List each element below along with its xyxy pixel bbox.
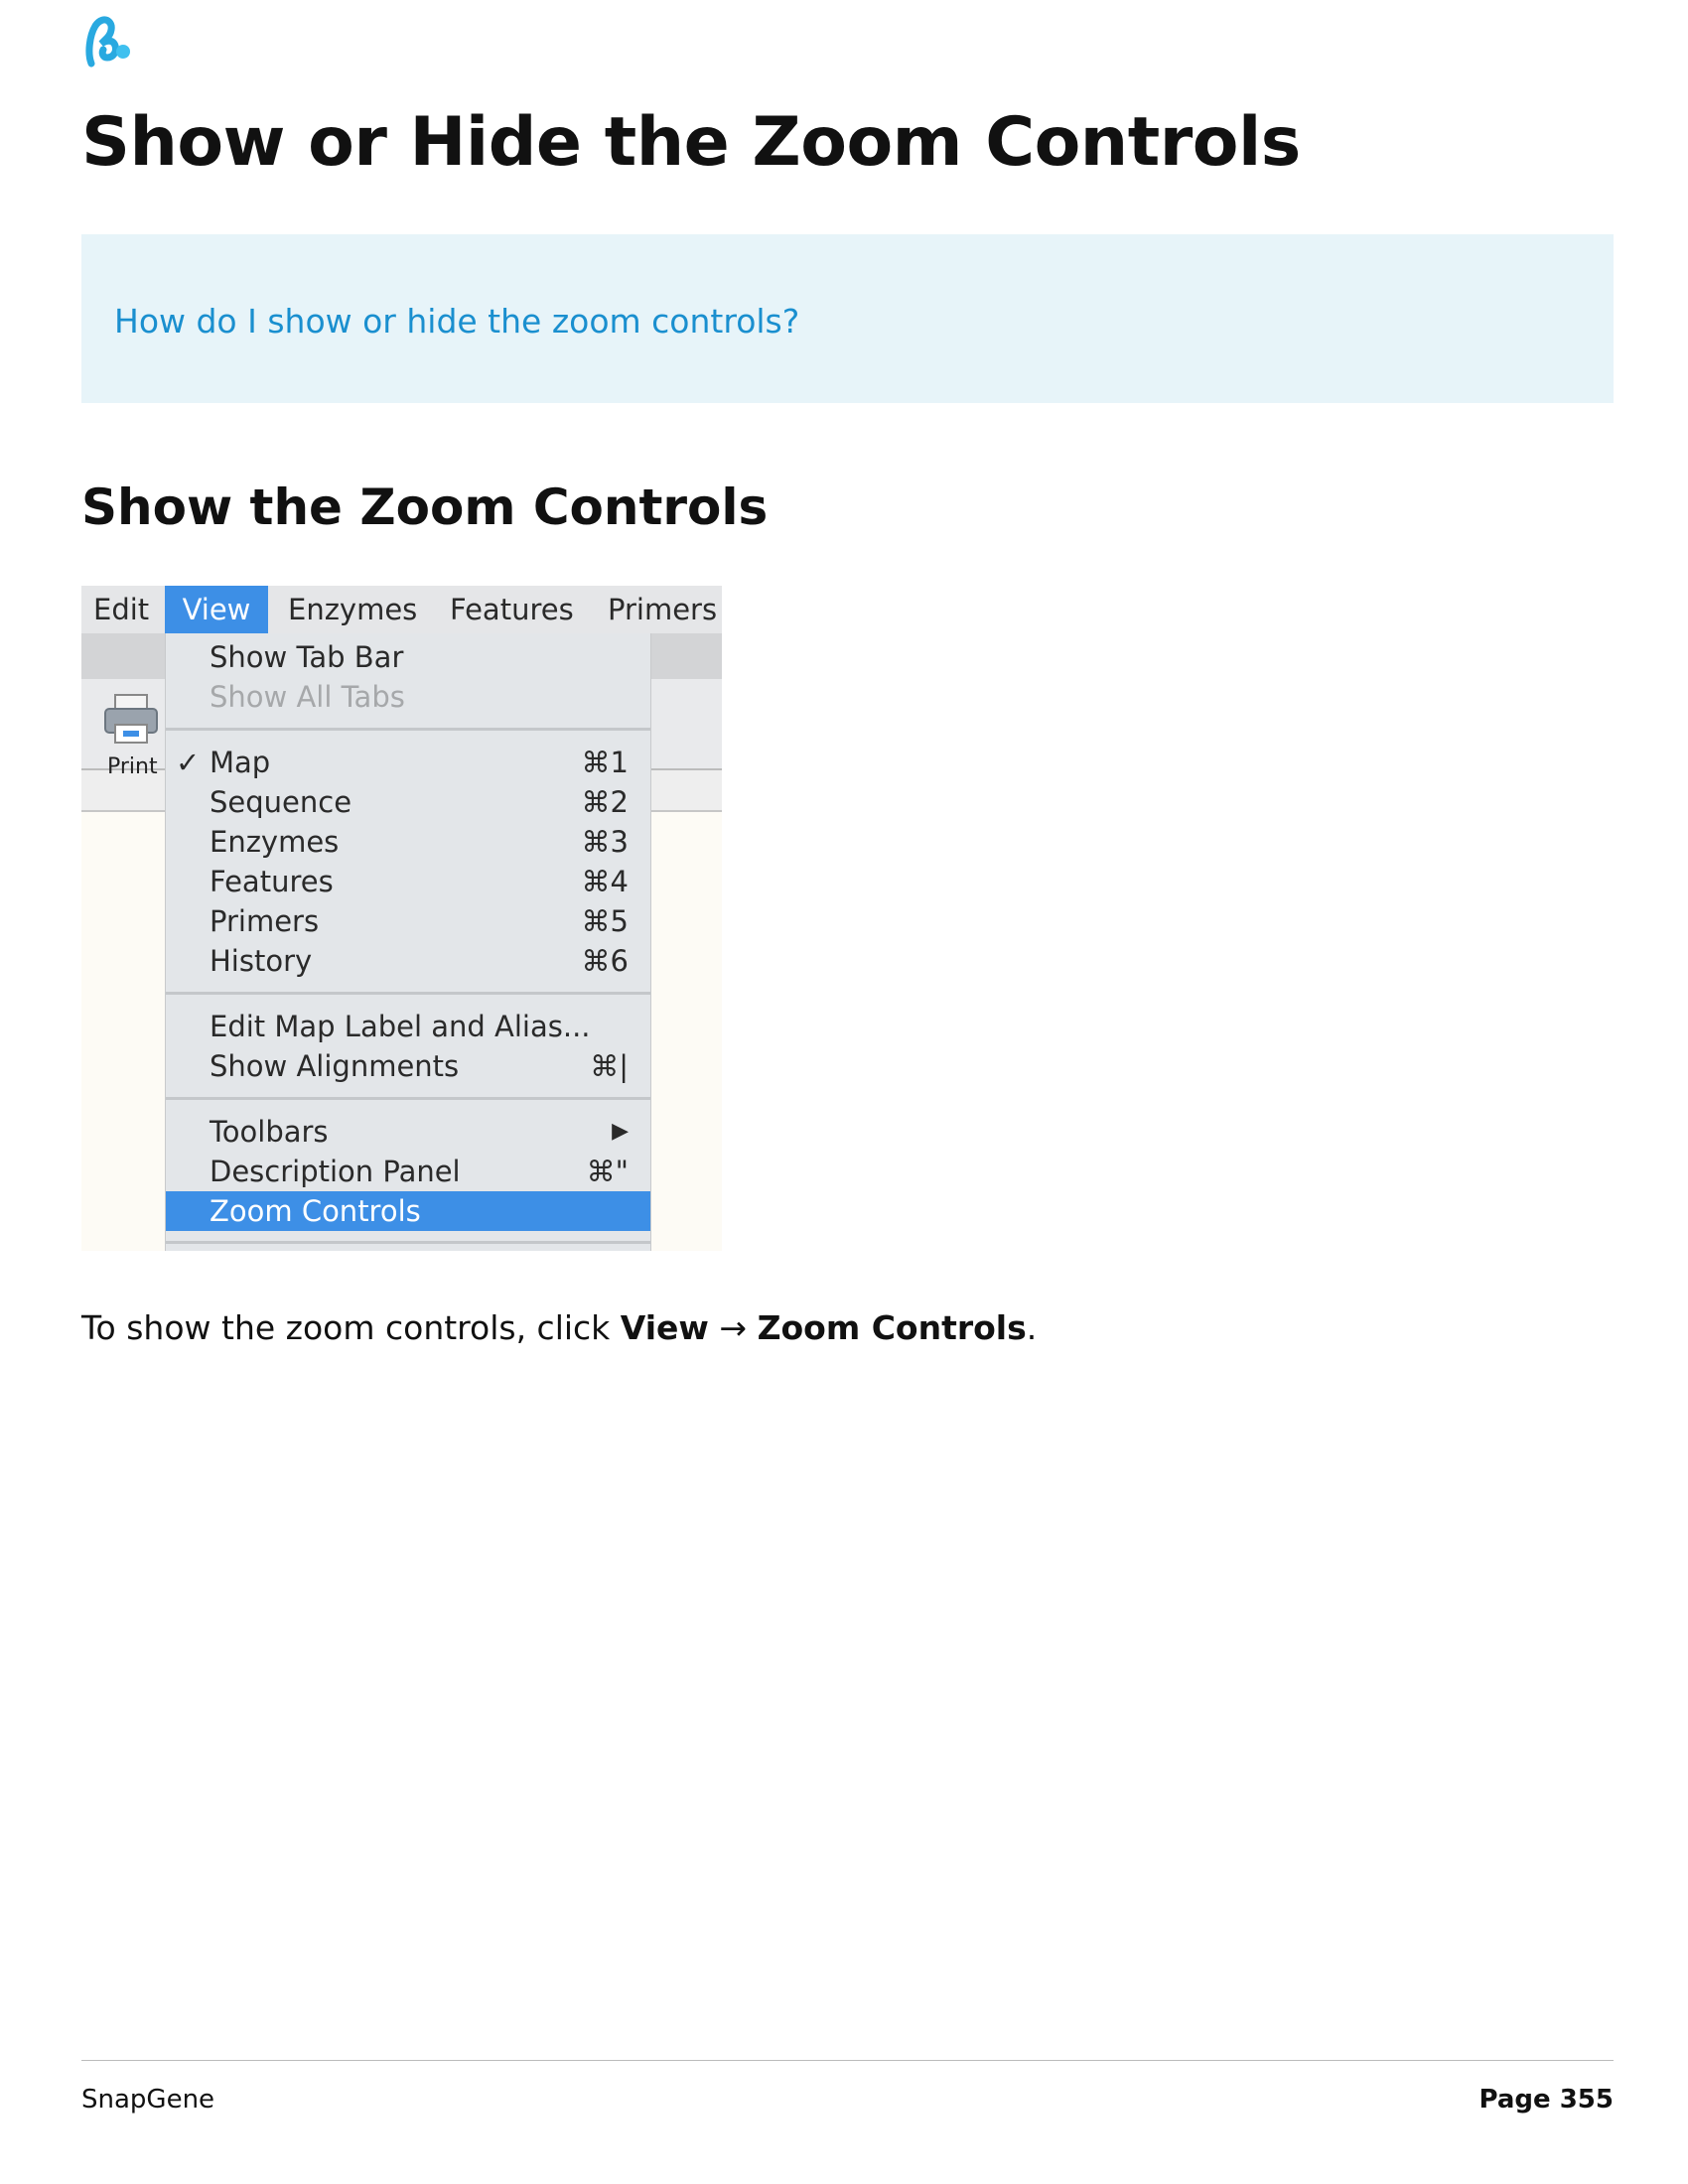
menubar-item-view[interactable]: View bbox=[165, 586, 268, 633]
menubar-item-features[interactable]: Features bbox=[450, 586, 574, 633]
menu-item-primers[interactable]: Primers ⌘5 bbox=[166, 901, 650, 941]
menu-item-sequence[interactable]: Sequence ⌘2 bbox=[166, 782, 650, 822]
menu-separator bbox=[166, 1097, 650, 1100]
printer-icon[interactable] bbox=[101, 691, 161, 747]
menu-item-label: Show Tab Bar bbox=[210, 640, 404, 674]
menu-item-shortcut: ⌘2 bbox=[581, 785, 629, 819]
menu-item-label: Map bbox=[210, 746, 271, 779]
question-callout: How do I show or hide the zoom controls? bbox=[81, 234, 1614, 403]
menu-item-shortcut: ⌘1 bbox=[581, 746, 629, 779]
menubar: Edit View Enzymes Features Primers bbox=[81, 586, 722, 633]
menu-item-features[interactable]: Features ⌘4 bbox=[166, 862, 650, 901]
menu-item-label: Sequence bbox=[210, 785, 352, 819]
menu-item-shortcut: ⌘3 bbox=[581, 825, 629, 859]
menu-item-label: History bbox=[210, 944, 313, 978]
footer-page-number: Page 355 bbox=[1478, 2085, 1614, 2115]
menu-item-shortcut: ⌘6 bbox=[581, 944, 629, 978]
menu-item-shortcut: ⌘5 bbox=[581, 904, 629, 938]
menu-item-label: Description Panel bbox=[210, 1155, 461, 1188]
view-menu-screenshot: Edit View Enzymes Features Primers Print… bbox=[81, 586, 722, 1251]
footer-brand: SnapGene bbox=[81, 2085, 215, 2115]
menu-item-shortcut: ⌘| bbox=[590, 1049, 629, 1083]
menu-separator bbox=[166, 728, 650, 731]
menu-separator bbox=[166, 1241, 650, 1244]
caption-arrow: → bbox=[708, 1308, 758, 1347]
menu-item-map[interactable]: ✓ Map ⌘1 bbox=[166, 743, 650, 782]
menubar-item-primers[interactable]: Primers bbox=[608, 586, 717, 633]
menu-item-shortcut: ⌘4 bbox=[581, 865, 629, 898]
footer-divider bbox=[81, 2060, 1614, 2061]
menu-item-edit-map-label[interactable]: Edit Map Label and Alias... bbox=[166, 1007, 650, 1046]
menu-item-description-panel[interactable]: Description Panel ⌘" bbox=[166, 1152, 650, 1191]
page-title: Show or Hide the Zoom Controls bbox=[81, 103, 1301, 182]
caption-prefix: To show the zoom controls, click bbox=[81, 1308, 621, 1347]
menu-item-label: Features bbox=[210, 865, 334, 898]
menu-item-label: Toolbars bbox=[210, 1115, 329, 1149]
menubar-item-enzymes[interactable]: Enzymes bbox=[288, 586, 417, 633]
menubar-item-edit[interactable]: Edit bbox=[93, 586, 149, 633]
menu-item-toolbars[interactable]: Toolbars ▶ bbox=[166, 1112, 650, 1152]
checkmark-icon: ✓ bbox=[176, 746, 201, 779]
menu-item-history[interactable]: History ⌘6 bbox=[166, 941, 650, 981]
menu-item-zoom-controls[interactable]: Zoom Controls bbox=[166, 1191, 650, 1231]
menu-item-show-all-tabs: Show All Tabs bbox=[166, 677, 650, 717]
submenu-arrow-icon: ▶ bbox=[612, 1119, 629, 1144]
caption-view: View bbox=[620, 1308, 709, 1347]
menu-item-label: Show Alignments bbox=[210, 1049, 460, 1083]
view-dropdown-menu: Show Tab Bar Show All Tabs ✓ Map ⌘1 Sequ… bbox=[165, 633, 651, 1251]
menu-item-enzymes[interactable]: Enzymes ⌘3 bbox=[166, 822, 650, 862]
print-label[interactable]: Print bbox=[107, 754, 158, 779]
menu-item-label: Show All Tabs bbox=[210, 680, 405, 714]
menu-item-show-tab-bar[interactable]: Show Tab Bar bbox=[166, 637, 650, 677]
menu-item-label: Edit Map Label and Alias... bbox=[210, 1010, 591, 1043]
question-link[interactable]: How do I show or hide the zoom controls? bbox=[114, 302, 799, 341]
caption-suffix: . bbox=[1026, 1308, 1038, 1347]
snapgene-logo-icon bbox=[85, 16, 130, 68]
menu-item-label: Enzymes bbox=[210, 825, 340, 859]
menu-item-shortcut: ⌘" bbox=[586, 1155, 629, 1188]
caption-zoom-controls: Zoom Controls bbox=[757, 1308, 1027, 1347]
menu-item-label: Zoom Controls bbox=[210, 1194, 421, 1228]
menu-item-show-alignments[interactable]: Show Alignments ⌘| bbox=[166, 1046, 650, 1086]
menu-separator bbox=[166, 992, 650, 995]
instruction-caption: To show the zoom controls, click View → … bbox=[81, 1308, 1037, 1347]
section-heading: Show the Zoom Controls bbox=[81, 478, 769, 536]
menu-item-label: Primers bbox=[210, 904, 320, 938]
